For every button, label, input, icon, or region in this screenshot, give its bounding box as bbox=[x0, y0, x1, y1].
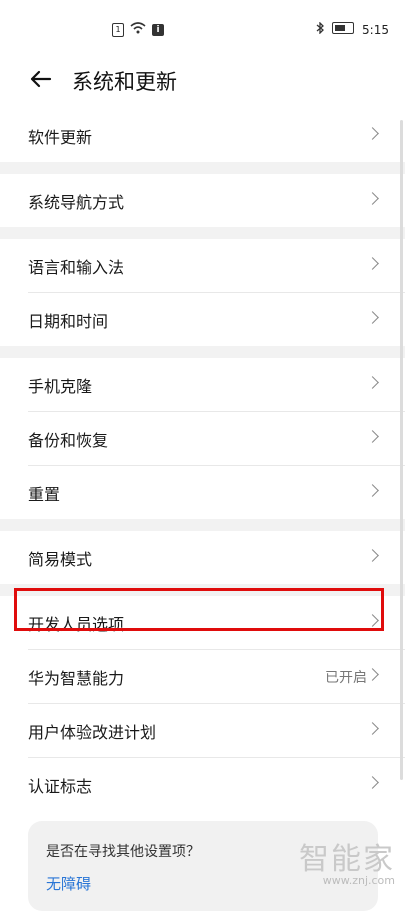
back-arrow-icon bbox=[30, 70, 52, 88]
setting-label: 软件更新 bbox=[28, 128, 93, 147]
back-button[interactable] bbox=[26, 64, 56, 94]
setting-developer-options[interactable]: 开发人员选项 bbox=[28, 596, 405, 650]
chevron-right-icon bbox=[366, 127, 379, 140]
chevron-right-icon bbox=[366, 549, 379, 562]
setting-phone-clone[interactable]: 手机克隆 bbox=[28, 358, 405, 412]
group-divider bbox=[0, 346, 405, 358]
chevron-right-icon bbox=[366, 668, 379, 681]
group-divider bbox=[0, 584, 405, 596]
setting-software-update[interactable]: 软件更新 bbox=[28, 109, 405, 162]
setting-date-time[interactable]: 日期和时间 bbox=[28, 293, 405, 346]
setting-language-input[interactable]: 语言和输入法 bbox=[28, 239, 405, 293]
chevron-right-icon bbox=[366, 722, 379, 735]
setting-simple-mode[interactable]: 简易模式 bbox=[28, 531, 405, 584]
sim-icon: 1 bbox=[112, 22, 124, 37]
setting-label: 系统导航方式 bbox=[28, 193, 125, 212]
setting-user-experience[interactable]: 用户体验改进计划 bbox=[28, 704, 405, 758]
setting-label: 备份和恢复 bbox=[28, 431, 109, 450]
setting-navigation-mode[interactable]: 系统导航方式 bbox=[28, 174, 405, 227]
battery-icon bbox=[332, 22, 355, 37]
info-icon: i bbox=[152, 23, 164, 36]
chevron-right-icon bbox=[366, 614, 379, 627]
chevron-right-icon bbox=[366, 192, 379, 205]
setting-label: 手机克隆 bbox=[28, 377, 93, 396]
settings-group: 语言和输入法 日期和时间 bbox=[0, 239, 405, 346]
setting-label: 语言和输入法 bbox=[28, 258, 125, 277]
setting-label: 日期和时间 bbox=[28, 312, 109, 331]
settings-group: 手机克隆 备份和恢复 重置 bbox=[0, 358, 405, 519]
setting-reset[interactable]: 重置 bbox=[28, 466, 405, 519]
settings-group: 软件更新 bbox=[0, 109, 405, 162]
status-time: 5:15 bbox=[362, 22, 389, 37]
setting-huawei-ai[interactable]: 华为智慧能力 已开启 bbox=[28, 650, 405, 704]
chevron-right-icon bbox=[366, 430, 379, 443]
settings-group: 简易模式 bbox=[0, 531, 405, 584]
group-divider bbox=[0, 519, 405, 531]
setting-label: 重置 bbox=[28, 485, 61, 504]
search-question: 是否在寻找其他设置项？ bbox=[46, 844, 200, 860]
settings-list: 软件更新 系统导航方式 语言和输入法 日期和时间 手机克隆 备份和恢复 重置 简… bbox=[0, 109, 405, 811]
setting-backup-restore[interactable]: 备份和恢复 bbox=[28, 412, 405, 466]
chevron-right-icon bbox=[366, 484, 379, 497]
wifi-icon bbox=[130, 22, 146, 37]
setting-certification[interactable]: 认证标志 bbox=[28, 758, 405, 811]
watermark: 智能家 www.znj.com bbox=[299, 834, 395, 887]
setting-label: 简易模式 bbox=[28, 550, 93, 569]
chevron-right-icon bbox=[366, 311, 379, 324]
chevron-right-icon bbox=[366, 776, 379, 789]
group-divider bbox=[0, 227, 405, 239]
status-icons-right: 5:15 bbox=[316, 21, 389, 37]
group-divider bbox=[0, 162, 405, 174]
chevron-right-icon bbox=[366, 376, 379, 389]
status-icons-center: 1 i bbox=[112, 22, 164, 37]
page-header: 系统和更新 bbox=[0, 56, 405, 104]
chevron-right-icon bbox=[366, 257, 379, 270]
scrollbar[interactable] bbox=[400, 120, 403, 780]
watermark-text: 智能家 bbox=[299, 842, 395, 877]
page-title: 系统和更新 bbox=[72, 70, 177, 94]
setting-label: 用户体验改进计划 bbox=[28, 723, 157, 742]
setting-label: 开发人员选项 bbox=[28, 615, 125, 634]
setting-label: 华为智慧能力 bbox=[28, 669, 125, 688]
bluetooth-icon bbox=[316, 21, 325, 37]
accessibility-link[interactable]: 无障碍 bbox=[46, 873, 91, 894]
settings-group: 开发人员选项 华为智慧能力 已开启 用户体验改进计划 认证标志 bbox=[0, 596, 405, 811]
setting-status-value: 已开启 bbox=[325, 670, 367, 686]
setting-label: 认证标志 bbox=[28, 777, 93, 796]
status-bar: 1 i 5:15 bbox=[0, 0, 405, 60]
settings-group: 系统导航方式 bbox=[0, 174, 405, 227]
